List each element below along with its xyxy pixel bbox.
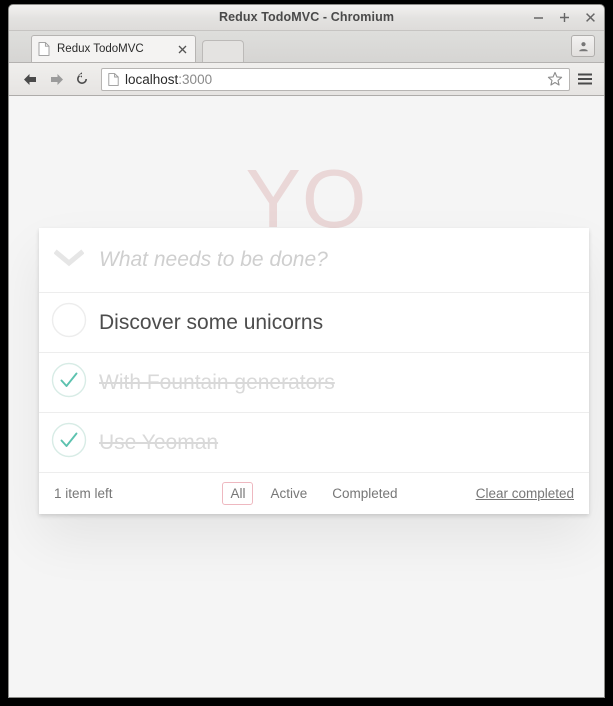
- window-titlebar[interactable]: Redux TodoMVC - Chromium: [9, 5, 604, 31]
- tab-title: Redux TodoMVC: [57, 43, 144, 55]
- new-todo-input[interactable]: What needs to be done?: [99, 248, 589, 272]
- todo-label: With Fountain generators: [99, 370, 335, 394]
- list-item[interactable]: Use Yeoman: [39, 413, 589, 473]
- tab-redux-todomvc[interactable]: Redux TodoMVC: [31, 35, 196, 62]
- todoapp-panel: What needs to be done? Discover some uni…: [39, 228, 589, 514]
- page-icon: [108, 72, 119, 86]
- new-todo-row: What needs to be done?: [39, 228, 589, 293]
- checked-circle-icon: [51, 362, 87, 403]
- maximize-button[interactable]: [558, 11, 571, 24]
- minimize-button[interactable]: [532, 11, 545, 24]
- page-icon: [38, 42, 50, 56]
- page-viewport: YO What needs to be done? Discover some …: [9, 96, 604, 697]
- filter-all[interactable]: All: [222, 482, 254, 505]
- clear-completed-button[interactable]: Clear completed: [476, 486, 574, 501]
- list-item[interactable]: Discover some unicorns: [39, 293, 589, 353]
- chevron-down-icon: [53, 248, 85, 272]
- toggle-all-button[interactable]: [39, 248, 99, 272]
- close-tab-icon[interactable]: [176, 43, 189, 56]
- todo-toggle[interactable]: [39, 302, 99, 343]
- url-text: localhost:3000: [125, 72, 546, 87]
- star-icon[interactable]: [546, 70, 564, 88]
- new-tab-button[interactable]: [202, 40, 244, 62]
- user-profile-icon[interactable]: [571, 35, 595, 57]
- todo-list: Discover some unicorns With Fountain gen…: [39, 293, 589, 473]
- todo-toggle[interactable]: [39, 422, 99, 463]
- address-bar[interactable]: localhost:3000: [101, 67, 570, 91]
- close-button[interactable]: [584, 11, 597, 24]
- window-controls: [532, 5, 597, 30]
- todo-toggle[interactable]: [39, 362, 99, 403]
- browser-toolbar: localhost:3000: [9, 63, 604, 96]
- todo-count: 1 item left: [54, 486, 113, 501]
- checked-circle-icon: [51, 422, 87, 463]
- todo-label: Discover some unicorns: [99, 310, 324, 334]
- browser-window: Redux TodoMVC - Chromium Redux TodoMVC l…: [8, 4, 605, 698]
- hamburger-menu-icon[interactable]: [574, 67, 596, 91]
- filter-active[interactable]: Active: [262, 482, 315, 505]
- back-arrow-icon[interactable]: [17, 67, 43, 91]
- todo-footer: 1 item left All Active Completed Clear c…: [39, 473, 589, 514]
- unchecked-circle-icon: [51, 302, 87, 343]
- forward-arrow-icon[interactable]: [43, 67, 69, 91]
- filter-completed[interactable]: Completed: [324, 482, 405, 505]
- list-item[interactable]: With Fountain generators: [39, 353, 589, 413]
- tab-strip: Redux TodoMVC: [9, 31, 604, 63]
- url-host: localhost: [125, 71, 179, 87]
- window-title: Redux TodoMVC - Chromium: [218, 10, 395, 24]
- todo-label: Use Yeoman: [99, 430, 219, 454]
- url-port: :3000: [178, 71, 213, 87]
- reload-icon[interactable]: [69, 67, 95, 91]
